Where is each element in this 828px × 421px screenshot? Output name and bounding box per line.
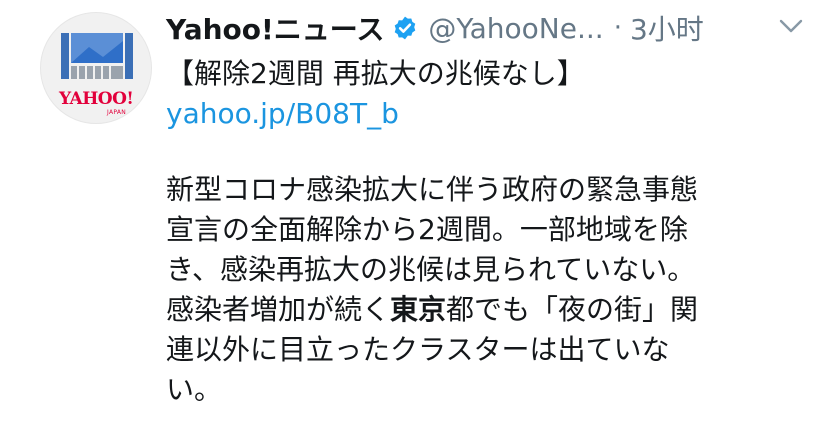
chevron-down-icon[interactable] [776, 16, 806, 36]
verified-badge-icon [395, 16, 416, 40]
body-text: 都でも「夜の街」関 [446, 293, 699, 326]
body-line: き、感染再拡大の兆候は見られていない。 [166, 250, 796, 290]
tweet[interactable]: YAHOO! JAPAN Yahoo!ニュース @YahooNe... · 3小… [0, 0, 828, 421]
body-text: 感染者増加が続く [166, 293, 391, 326]
body-text: い。 [166, 373, 223, 406]
body-text: 新型コロナ感染拡大に伴う政府の緊急事態 [166, 173, 699, 206]
body-line: 宣言の全面解除から2週間。一部地域を除 [166, 210, 796, 250]
tweet-body: 新型コロナ感染拡大に伴う政府の緊急事態 宣言の全面解除から2週間。一部地域を除 … [166, 170, 796, 410]
body-text: 連以外に目立ったクラスターは出ていな [166, 333, 670, 366]
body-line: い。 [166, 370, 796, 410]
account-handle[interactable]: @YahooNe... [428, 12, 603, 45]
tweet-headline: 【解除2週間 再拡大の兆候なし】 [166, 57, 585, 90]
tweet-header: Yahoo!ニュース @YahooNe... · 3小时 [166, 6, 704, 50]
body-line: 連以外に目立ったクラスターは出ていな [166, 330, 796, 370]
tweet-link[interactable]: yahoo.jp/B08T_b [166, 94, 399, 134]
body-text: き、感染再拡大の兆候は見られていない。 [166, 253, 696, 286]
avatar-logo-subtext: JAPAN [107, 109, 127, 116]
separator-dot: · [613, 13, 622, 43]
highlighted-keyword: 東京 [390, 293, 447, 326]
avatar[interactable]: YAHOO! JAPAN [40, 12, 152, 124]
avatar-logo-text: YAHOO! [59, 89, 134, 109]
display-name[interactable]: Yahoo!ニュース [166, 8, 384, 48]
body-line: 新型コロナ感染拡大に伴う政府の緊急事態 [166, 170, 796, 210]
tweet-timestamp[interactable]: 3小时 [630, 8, 704, 48]
body-text: 宣言の全面解除から2週間。一部地域を除 [166, 213, 688, 246]
body-line: 感染者増加が続く東京都でも「夜の街」関 [166, 290, 796, 330]
